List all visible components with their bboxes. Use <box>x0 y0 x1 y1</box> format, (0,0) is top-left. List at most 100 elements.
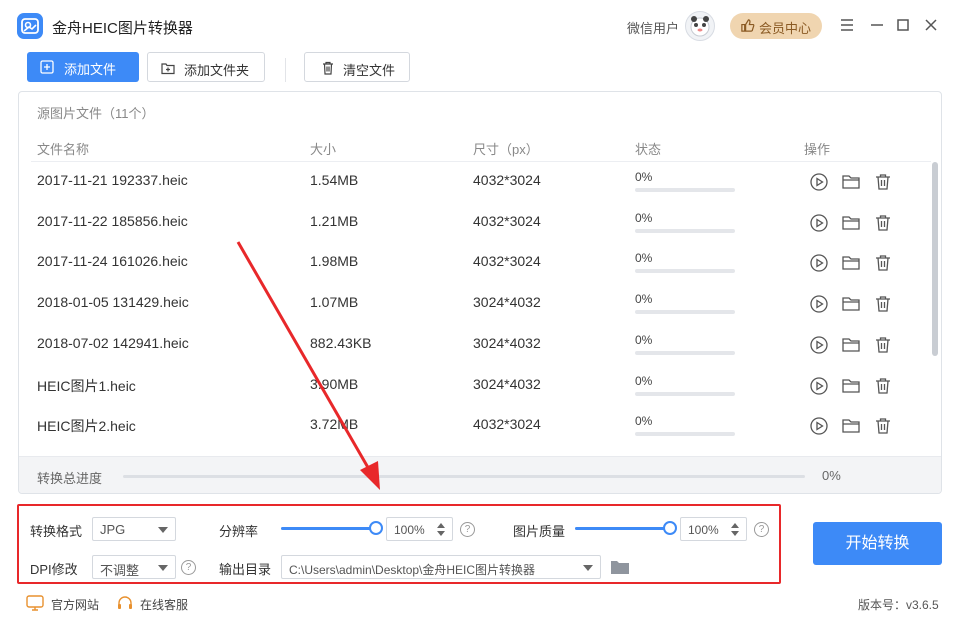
app-title: 金舟HEIC图片转换器 <box>52 20 193 37</box>
file-progress-bar <box>635 391 735 396</box>
convert-play-icon[interactable] <box>809 335 829 355</box>
trash-icon[interactable] <box>873 213 893 233</box>
quality-help-icon[interactable]: ? <box>754 522 769 537</box>
open-folder-icon[interactable] <box>841 376 861 396</box>
file-size: 1.21MB <box>310 212 359 229</box>
open-folder-icon[interactable] <box>841 253 861 273</box>
file-name: 2017-11-21 192337.heic <box>37 172 188 188</box>
format-label: 转换格式 <box>30 524 83 539</box>
add-file-button[interactable]: 添加文件 <box>27 52 139 82</box>
convert-play-icon[interactable] <box>809 416 829 436</box>
chevron-down-icon <box>158 565 168 571</box>
file-progress-bar <box>635 269 735 274</box>
file-name: 2018-01-05 131429.heic <box>37 294 189 311</box>
quality-slider-thumb[interactable] <box>663 521 677 535</box>
headset-icon <box>116 595 134 611</box>
file-row[interactable]: 2017-11-24 161026.heic 1.98MB 4032*3024 0% <box>19 245 929 285</box>
convert-play-icon[interactable] <box>809 376 829 396</box>
header-name: 文件名称 <box>37 142 90 157</box>
convert-play-icon[interactable] <box>809 294 829 314</box>
file-list-scrollbar[interactable] <box>932 162 938 356</box>
online-support-link[interactable]: 在线客服 <box>140 596 188 613</box>
maximize-icon[interactable] <box>893 15 913 35</box>
header-size: 大小 <box>310 142 337 157</box>
open-folder-icon[interactable] <box>841 335 861 355</box>
start-convert-button[interactable]: 开始转换 <box>813 522 942 565</box>
file-progress-bar <box>635 432 735 437</box>
open-folder-icon[interactable] <box>841 294 861 314</box>
file-row[interactable]: HEIC图片2.heic 3.72MB 4032*3024 0% <box>19 408 929 448</box>
file-name: HEIC图片1.heic <box>37 377 136 394</box>
menu-icon[interactable] <box>837 15 857 35</box>
file-status-text: 0% <box>635 210 653 225</box>
quality-input[interactable]: 100% <box>680 517 747 541</box>
file-row[interactable]: 2018-07-02 142941.heic 882.43KB 3024*4032 0… <box>19 327 929 367</box>
increment-icon[interactable] <box>731 523 739 528</box>
close-icon[interactable] <box>921 15 941 35</box>
add-folder-button[interactable]: 添加文件夹 <box>147 52 265 82</box>
overall-progress-label: 转换总进度 <box>37 471 103 486</box>
resolution-slider-thumb[interactable] <box>369 521 383 535</box>
open-folder-icon[interactable] <box>841 172 861 192</box>
file-row[interactable]: 2017-11-22 185856.heic 1.21MB 4032*3024 0% <box>19 205 929 245</box>
decrement-icon[interactable] <box>437 531 445 536</box>
trash-icon[interactable] <box>873 253 893 273</box>
file-dimensions: 3024*4032 <box>473 375 541 392</box>
add-folder-label: 添加文件夹 <box>184 63 250 78</box>
convert-play-icon[interactable] <box>809 172 829 192</box>
trash-icon[interactable] <box>873 172 893 192</box>
quality-slider-fill <box>575 527 670 530</box>
resolution-slider-fill <box>281 527 376 530</box>
dpi-select[interactable]: 不调整 <box>92 555 176 579</box>
quality-slider[interactable] <box>575 521 677 537</box>
convert-play-icon[interactable] <box>809 213 829 233</box>
overall-progress-bar: 转换总进度 0% <box>19 456 941 493</box>
open-folder-icon[interactable] <box>841 213 861 233</box>
format-value: JPG <box>100 522 126 537</box>
vip-center-label: 会员中心 <box>759 21 812 36</box>
trash-icon[interactable] <box>873 376 893 396</box>
official-website-link[interactable]: 官方网站 <box>51 596 99 613</box>
file-row[interactable]: 2018-01-05 131429.heic 1.07MB 3024*4032 0% <box>19 286 929 326</box>
trash-icon[interactable] <box>873 335 893 355</box>
file-dimensions: 4032*3024 <box>473 172 541 188</box>
clear-files-label: 清空文件 <box>343 63 396 78</box>
trash-icon[interactable] <box>873 416 893 436</box>
open-folder-icon[interactable] <box>610 558 630 576</box>
file-name: 2017-11-24 161026.heic <box>37 253 188 270</box>
resolution-help-icon[interactable]: ? <box>460 522 475 537</box>
user-name[interactable]: 微信用户 <box>627 18 679 37</box>
file-status-text: 0% <box>635 332 653 347</box>
app-logo-icon <box>17 13 43 39</box>
quality-value: 100% <box>688 523 719 537</box>
convert-play-icon[interactable] <box>809 253 829 273</box>
file-dimensions: 3024*4032 <box>473 334 541 351</box>
header-actions: 操作 <box>804 142 831 157</box>
vip-center-button[interactable]: 会员中心 <box>730 13 822 39</box>
file-row[interactable]: HEIC图片1.heic 3.90MB 3024*4032 0% <box>19 368 929 408</box>
trash-icon[interactable] <box>873 294 893 314</box>
user-avatar[interactable] <box>685 11 715 41</box>
file-name: HEIC图片2.heic <box>37 418 136 435</box>
file-size: 1.07MB <box>310 294 359 311</box>
resolution-input[interactable]: 100% <box>386 517 453 541</box>
resolution-slider[interactable] <box>281 521 383 537</box>
header-dimensions: 尺寸（px） <box>473 142 539 157</box>
open-folder-icon[interactable] <box>841 416 861 436</box>
minimize-icon[interactable] <box>867 15 887 35</box>
file-status-text: 0% <box>635 414 653 429</box>
file-size: 3.90MB <box>310 375 359 392</box>
thumbs-up-icon <box>740 18 755 36</box>
dpi-help-icon[interactable]: ? <box>181 560 196 575</box>
increment-icon[interactable] <box>437 523 445 528</box>
chevron-down-icon <box>583 565 593 571</box>
file-name: 2017-11-22 185856.heic <box>37 212 188 229</box>
clear-files-button[interactable]: 清空文件 <box>304 52 410 82</box>
output-dir-select[interactable]: C:\Users\admin\Desktop\金舟HEIC图片转换器 <box>281 555 601 579</box>
add-folder-icon <box>161 61 175 78</box>
decrement-icon[interactable] <box>731 531 739 536</box>
format-select[interactable]: JPG <box>92 517 176 541</box>
toolbar-divider <box>285 58 286 82</box>
file-row[interactable]: 2017-11-21 192337.heic 1.54MB 4032*3024 0% <box>19 164 929 204</box>
version-label: 版本号：v3.6.5 <box>858 598 939 612</box>
